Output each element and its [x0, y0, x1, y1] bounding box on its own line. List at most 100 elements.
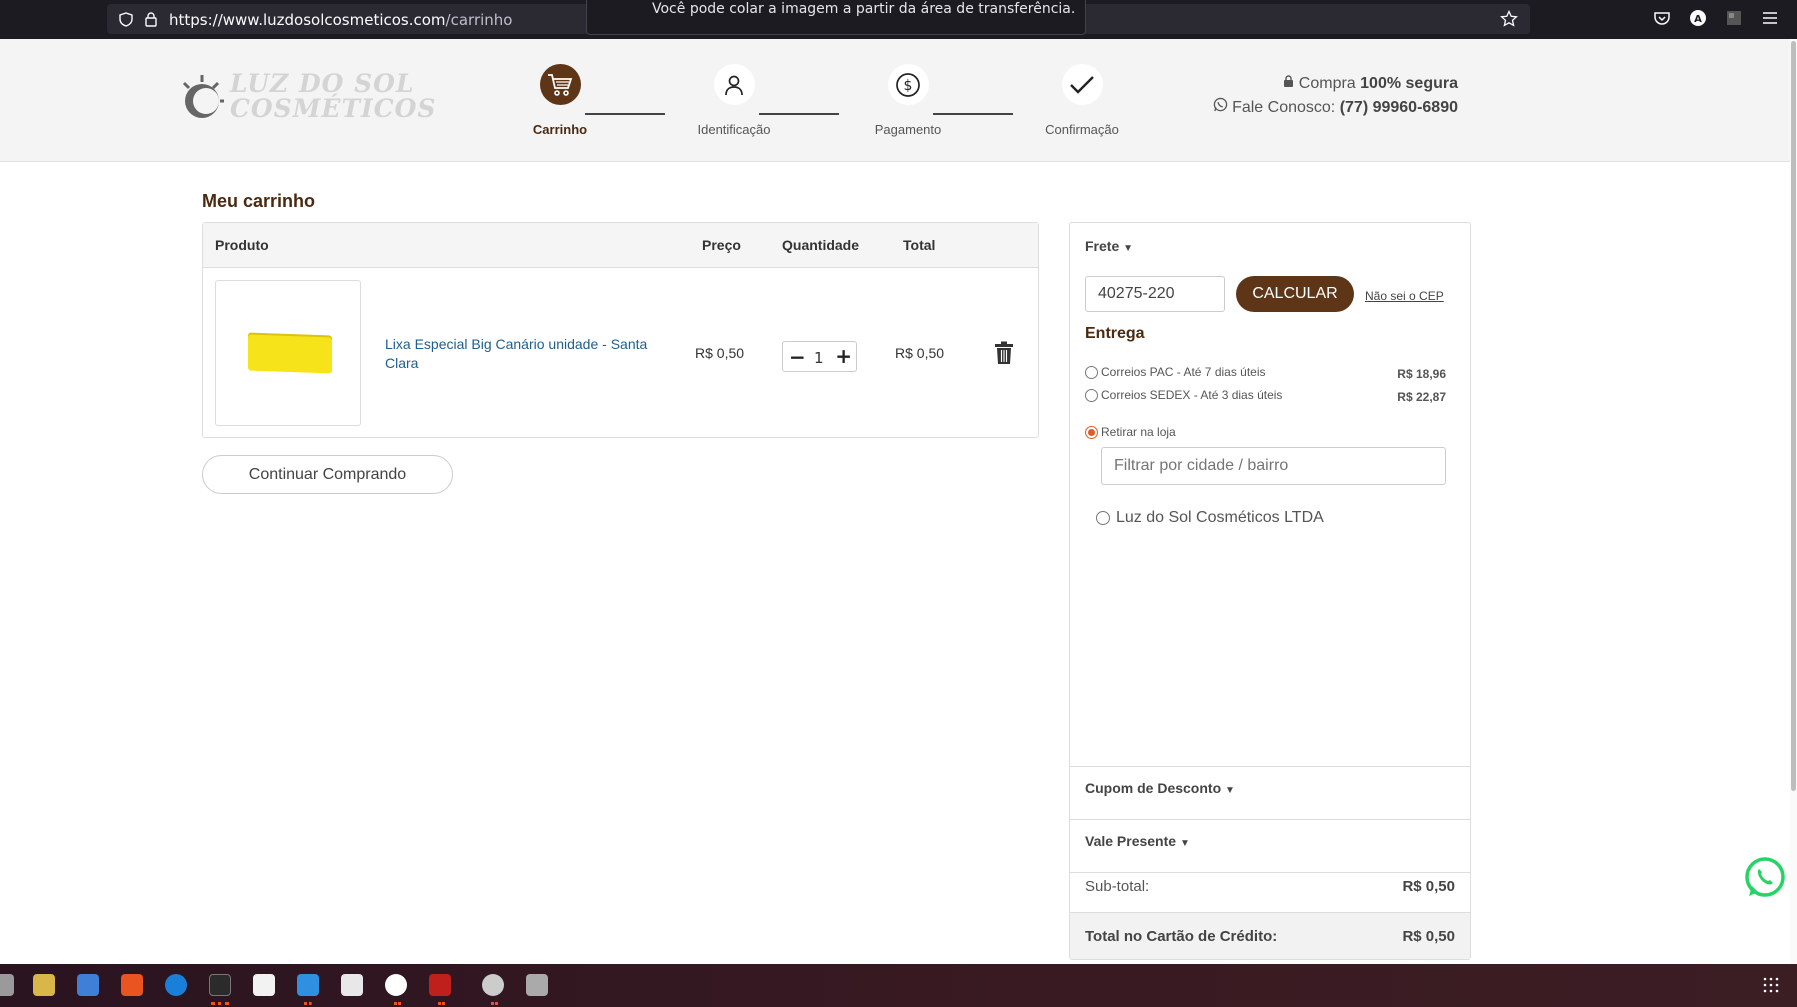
vscode-icon[interactable]	[297, 974, 319, 996]
os-taskbar	[0, 964, 1797, 1007]
pickup-option[interactable]: Retirar na loja	[1085, 425, 1176, 439]
cart-icon	[548, 73, 573, 96]
step-cart[interactable]: Carrinho	[505, 64, 615, 137]
whatsapp-float-icon[interactable]	[1743, 856, 1787, 900]
terminal-icon[interactable]	[209, 974, 231, 996]
continue-shopping-button[interactable]: Continuar Comprando	[202, 455, 453, 494]
files-app-icon[interactable]	[0, 974, 14, 996]
running-indicator	[438, 1002, 442, 1005]
divider	[1070, 872, 1470, 873]
shipping-toggle[interactable]: Frete ▼	[1085, 238, 1133, 254]
account-icon[interactable]: A	[1689, 9, 1707, 27]
check-icon	[1070, 75, 1094, 94]
extension-icon[interactable]	[1725, 9, 1743, 27]
vim-icon[interactable]	[253, 974, 275, 996]
software-center-icon[interactable]	[121, 974, 143, 996]
step-payment[interactable]: $ Pagamento	[853, 64, 963, 137]
sun-logo-icon	[182, 75, 224, 118]
radio-sedex[interactable]	[1085, 388, 1098, 402]
tracking-shield-icon[interactable]	[119, 12, 133, 27]
store-filter-input[interactable]	[1101, 447, 1446, 485]
subtotal-label: Sub-total:	[1085, 878, 1150, 895]
radio-pickup[interactable]	[1085, 425, 1098, 439]
cep-input[interactable]	[1085, 276, 1225, 312]
pickup-label: Retirar na loja	[1101, 425, 1176, 439]
writer-icon[interactable]	[77, 974, 99, 996]
step-cart-label: Carrinho	[532, 122, 588, 137]
radio-pac[interactable]	[1085, 365, 1098, 379]
rhythmbox-icon[interactable]	[33, 974, 55, 996]
quantity-stepper: − 1 +	[782, 341, 857, 372]
lock-icon	[1284, 75, 1294, 87]
step-identification[interactable]: Identificação	[679, 64, 789, 137]
step-confirmation[interactable]: Confirmação	[1027, 64, 1137, 137]
url-path: /carrinho	[445, 11, 513, 29]
shipping-option-sedex-price: R$ 22,87	[1397, 390, 1446, 404]
site-logo[interactable]: LUZ DO SOL COSMÉTICOS	[176, 69, 435, 139]
dollar-icon: $	[896, 72, 920, 97]
menu-icon[interactable]	[1761, 9, 1779, 27]
gift-card-toggle[interactable]: Vale Presente ▼	[1085, 833, 1190, 849]
step-confirmation-circle	[1061, 64, 1103, 105]
disk-icon[interactable]	[482, 974, 504, 996]
secure-bold: 100% segura	[1360, 75, 1458, 92]
page-scrollbar[interactable]	[1790, 39, 1797, 964]
quantity-value[interactable]: 1	[814, 349, 824, 367]
pocket-icon[interactable]	[1653, 9, 1671, 27]
total-label: Total no Cartão de Crédito:	[1085, 928, 1278, 945]
cart-title: Meu carrinho	[202, 191, 316, 211]
dont-know-cep-link[interactable]: Não sei o CEP	[1365, 289, 1444, 303]
user-icon	[725, 75, 743, 95]
divider	[1070, 766, 1470, 767]
store-option[interactable]: Luz do Sol Cosméticos LTDA	[1096, 509, 1324, 527]
whatsapp-icon	[1213, 97, 1227, 112]
logo-text: LUZ DO SOL COSMÉTICOS	[230, 71, 436, 121]
shipping-option-pac[interactable]: Correios PAC - Até 7 dias úteis	[1085, 365, 1266, 379]
document-viewer-icon[interactable]	[526, 974, 548, 996]
decrease-quantity-button[interactable]: −	[789, 345, 806, 369]
step-connector	[585, 113, 665, 115]
gift-card-label: Vale Presente	[1085, 833, 1177, 849]
filezilla-icon[interactable]	[429, 974, 451, 996]
site-header: LUZ DO SOL COSMÉTICOS Carrinho Identifica…	[0, 39, 1790, 162]
shipping-label: Frete	[1085, 238, 1120, 254]
help-icon[interactable]	[165, 974, 187, 996]
increase-quantity-button[interactable]: +	[835, 344, 852, 368]
calculate-shipping-button[interactable]: CALCULAR	[1236, 276, 1354, 312]
bookmark-star-icon[interactable]	[1500, 10, 1518, 28]
contact-phone[interactable]: (77) 99960-6890	[1340, 99, 1458, 116]
contact-prefix: Fale Conosco:	[1232, 99, 1336, 116]
step-identification-circle	[713, 64, 755, 105]
contact-info[interactable]: Fale Conosco: (77) 99960-6890	[1213, 96, 1458, 120]
scrollbar-thumb[interactable]	[1791, 41, 1796, 791]
app-grid-icon[interactable]	[1763, 977, 1779, 993]
trash-icon[interactable]	[994, 341, 1014, 365]
logo-text-line2: COSMÉTICOS	[230, 94, 437, 123]
product-name-link[interactable]: Lixa Especial Big Canário unidade - Sant…	[385, 335, 655, 373]
coupon-toggle[interactable]: Cupom de Desconto ▼	[1085, 780, 1235, 796]
product-total: R$ 0,50	[895, 345, 945, 361]
browser-toolbar-icons: A	[1653, 9, 1779, 27]
header-info: Compra 100% segura Fale Conosco: (77) 99…	[1213, 72, 1458, 120]
running-indicator	[394, 1002, 398, 1005]
secure-prefix: Compra	[1298, 75, 1356, 92]
clipboard-notice-text: Você pode colar a imagem a partir da áre…	[652, 1, 1076, 17]
radio-store[interactable]	[1096, 511, 1110, 525]
coupon-label: Cupom de Desconto	[1085, 780, 1222, 796]
url-text[interactable]: https://www.luzdosolcosmeticos.com/carri…	[169, 11, 512, 29]
product-image[interactable]	[215, 280, 361, 426]
caret-down-icon: ▼	[1179, 838, 1190, 849]
browser-toolbar: https://www.luzdosolcosmeticos.com/carri…	[0, 0, 1797, 39]
slack-icon[interactable]	[385, 974, 407, 996]
store-name: Luz do Sol Cosméticos LTDA	[1116, 509, 1324, 526]
step-payment-circle: $	[887, 64, 929, 105]
subtotal-value: R$ 0,50	[1402, 878, 1455, 895]
product-photo	[248, 332, 332, 374]
caret-down-icon: ▼	[1225, 785, 1235, 796]
cart-table-header: Produto Preço Quantidade Total	[203, 223, 1038, 268]
lock-icon[interactable]	[144, 11, 158, 27]
shipping-option-pac-label: Correios PAC - Até 7 dias úteis	[1101, 365, 1266, 379]
shipping-option-sedex[interactable]: Correios SEDEX - Até 3 dias úteis	[1085, 388, 1282, 402]
shipping-option-sedex-label: Correios SEDEX - Até 3 dias úteis	[1101, 388, 1283, 402]
text-editor-icon[interactable]	[341, 974, 363, 996]
